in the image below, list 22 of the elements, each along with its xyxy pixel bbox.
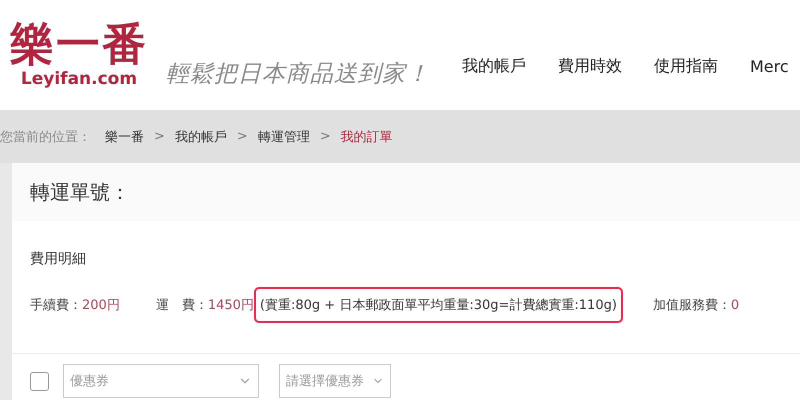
weight-note: (實重:80g + 日本郵政面單平均重量:30g=計費總實重:110g) bbox=[254, 287, 623, 323]
tagline: 輕鬆把日本商品送到家！ bbox=[166, 60, 430, 88]
breadcrumb-link[interactable]: 轉運管理 bbox=[258, 128, 310, 146]
breadcrumb-label: 您當前的位置： bbox=[0, 128, 91, 146]
breadcrumb-separator: > bbox=[320, 129, 331, 144]
section-heading: 費用明細 bbox=[30, 250, 87, 268]
checkbox[interactable] bbox=[30, 372, 49, 391]
fee-item: 手續費：200円 bbox=[30, 297, 120, 314]
breadcrumb-link[interactable]: 我的訂單 bbox=[340, 128, 393, 146]
nav-link[interactable]: 費用時效 bbox=[558, 56, 622, 76]
logo-domain[interactable]: Leyifan.com bbox=[20, 69, 138, 89]
fee-item: 加值服務費：0 bbox=[652, 297, 740, 314]
breadcrumb-link[interactable]: 樂一番 bbox=[105, 128, 144, 146]
logo-mark[interactable]: 樂一番 bbox=[10, 21, 148, 69]
order-title: 轉運單號： bbox=[30, 178, 130, 206]
breadcrumb-separator: > bbox=[154, 129, 165, 144]
fee-item: 運 費：1450円 bbox=[156, 297, 254, 314]
nav-link[interactable]: 我的帳戶 bbox=[462, 56, 526, 76]
breadcrumb-separator: > bbox=[236, 129, 248, 144]
nav-link[interactable]: Merc bbox=[750, 56, 789, 76]
nav-link[interactable]: 使用指南 bbox=[654, 56, 718, 76]
breadcrumb-link[interactable]: 我的帳戶 bbox=[174, 128, 227, 146]
